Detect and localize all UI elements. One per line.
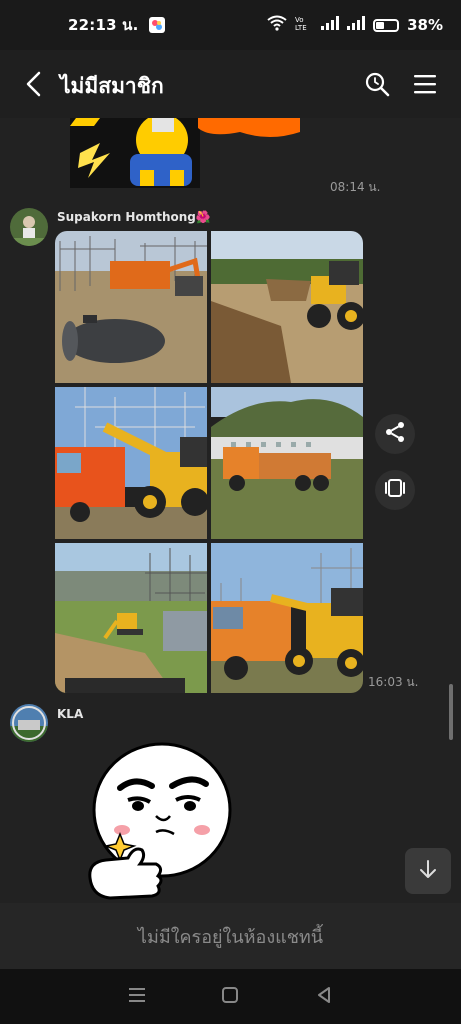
message-time: 16:03 น. — [368, 675, 419, 689]
collection-button[interactable] — [375, 470, 415, 510]
no-member-text: ไม่มีใครอยู่ในห้องแชทนี้ — [137, 926, 324, 948]
album-photo[interactable] — [55, 231, 207, 383]
photo-album[interactable] — [55, 231, 363, 693]
hamburger-menu-icon[interactable] — [412, 72, 438, 96]
avatar[interactable] — [10, 704, 48, 742]
signal-icon-1 — [321, 16, 340, 34]
chat-header: ไม่มีสมาชิก — [0, 50, 461, 118]
back-nav-icon[interactable] — [314, 985, 334, 1009]
battery-percent: 38% — [407, 16, 443, 34]
scrollbar[interactable] — [449, 684, 453, 740]
album-photo[interactable] — [211, 387, 363, 539]
sticker-message-top[interactable] — [70, 118, 310, 188]
system-nav-bar — [0, 969, 461, 1024]
album-photo[interactable] — [211, 543, 363, 693]
share-button[interactable] — [375, 414, 415, 454]
album-photo[interactable] — [211, 231, 363, 383]
app-notification-icon — [148, 17, 165, 33]
sender-name: KLA — [57, 707, 84, 721]
battery-icon — [373, 18, 400, 32]
scroll-down-button[interactable] — [405, 848, 451, 894]
chat-screen: 22:13 น. Vo LTE 38% ไม่มีสมาชิก 08:14 น.… — [0, 0, 461, 1024]
home-icon[interactable] — [220, 985, 240, 1009]
status-time: 22:13 น. — [68, 16, 139, 34]
sticker-message-bottom[interactable] — [80, 738, 250, 903]
signal-icon-2 — [347, 16, 366, 34]
share-icon — [384, 421, 406, 447]
sender-name: Supakorn Homthong🌺 — [57, 210, 211, 224]
back-icon[interactable] — [22, 70, 46, 98]
wifi-icon — [267, 15, 287, 35]
message-time: 08:14 น. — [330, 180, 381, 194]
avatar[interactable] — [10, 208, 48, 246]
album-photo[interactable] — [55, 543, 207, 693]
album-photo[interactable] — [55, 387, 207, 539]
chat-message-list[interactable]: 08:14 น. Supakorn Homthong🌺 16:03 น. KLA — [0, 118, 461, 903]
volte-icon: Vo LTE — [295, 15, 313, 35]
no-member-notice: ไม่มีใครอยู่ในห้องแชทนี้ — [0, 903, 461, 969]
search-icon[interactable] — [363, 70, 391, 98]
svg-text:LTE: LTE — [295, 24, 307, 31]
recent-apps-icon[interactable] — [127, 986, 147, 1008]
collection-icon — [384, 477, 406, 503]
arrow-down-icon — [417, 858, 439, 884]
status-bar: 22:13 น. Vo LTE 38% — [0, 0, 461, 50]
chat-title: ไม่มีสมาชิก — [60, 74, 164, 98]
svg-text:Vo: Vo — [295, 16, 304, 24]
